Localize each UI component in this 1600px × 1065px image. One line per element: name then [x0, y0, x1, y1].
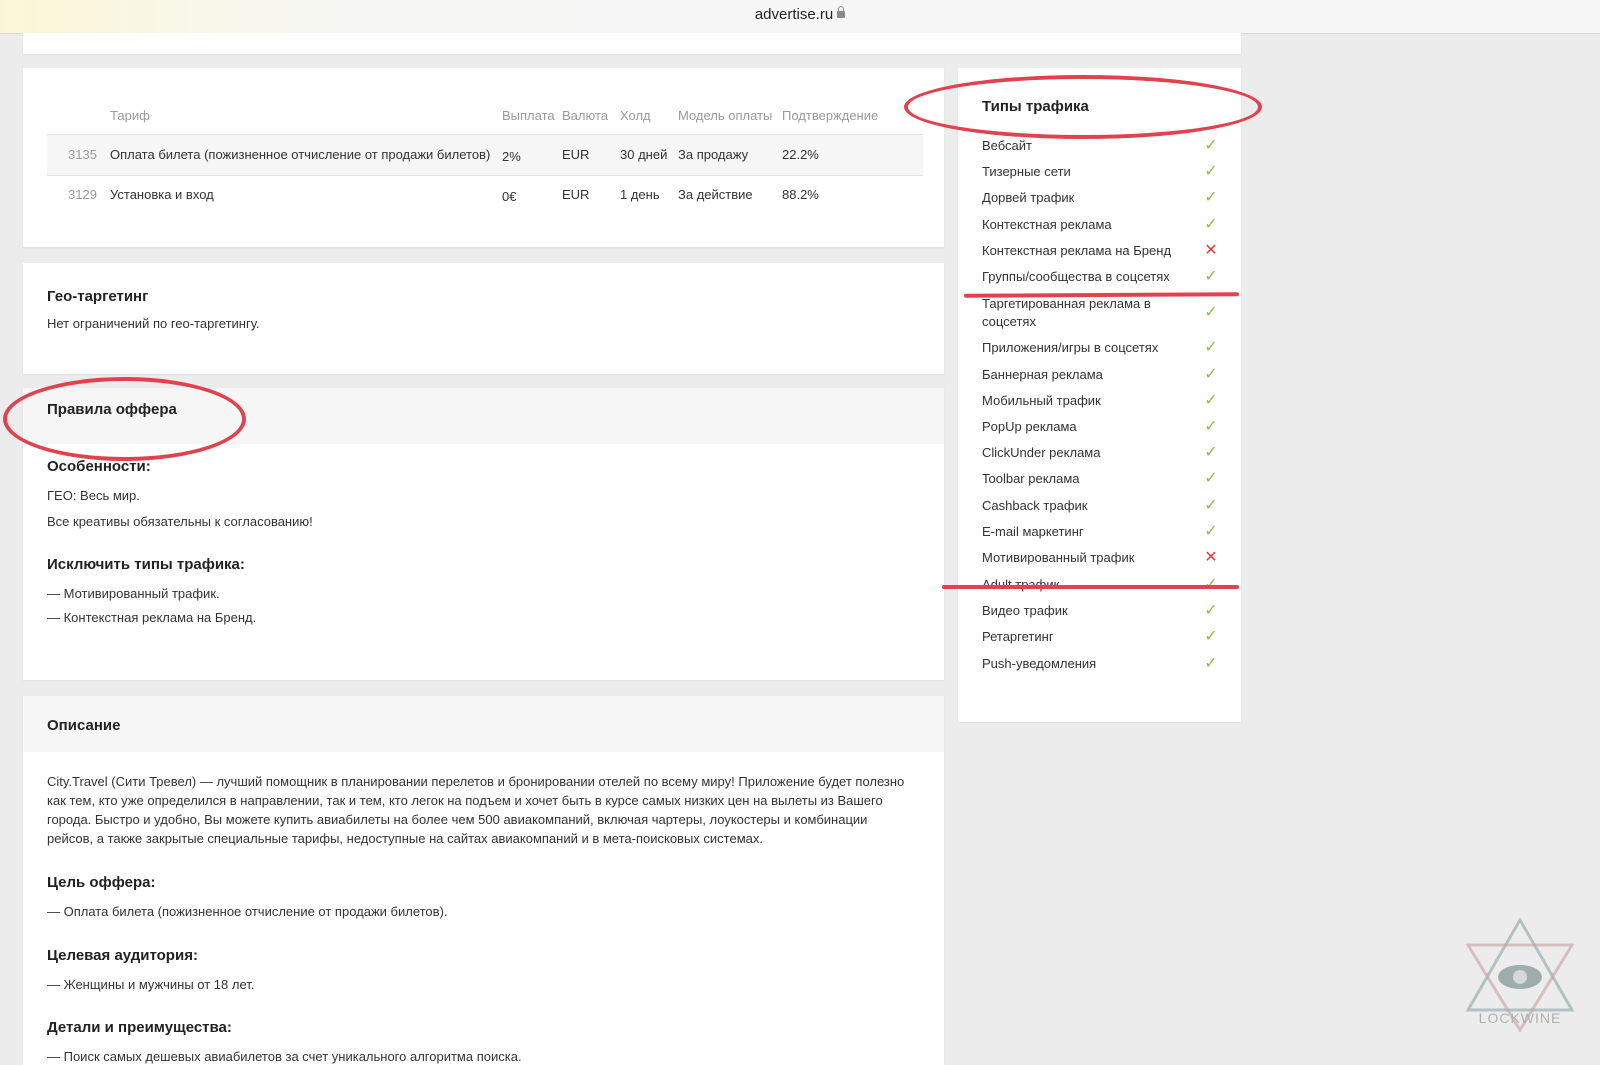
- traffic-type-item: PopUp реклама: [982, 419, 1077, 434]
- details-text: — Поиск самых дешевых авиабилетов за сче…: [47, 1049, 522, 1064]
- row-currency: EUR: [562, 147, 590, 162]
- description-header: [23, 696, 944, 752]
- check-icon: ✓: [1204, 392, 1218, 409]
- check-icon: ✓: [1204, 602, 1218, 619]
- traffic-type-item: Мотивированный трафик: [982, 550, 1135, 565]
- geo-title: Гео-таргетинг: [47, 288, 149, 305]
- row-payout: 2%: [502, 149, 521, 164]
- col-header-currency[interactable]: Валюта: [562, 108, 608, 123]
- col-header-model[interactable]: Модель оплаты: [678, 108, 772, 123]
- check-icon: ✓: [1204, 163, 1218, 180]
- watermark-text: LOCKWINE: [1478, 1010, 1562, 1026]
- exclude-item: — Контекстная реклама на Бренд.: [47, 610, 257, 625]
- divider: [47, 175, 923, 176]
- check-icon: ✓: [1204, 497, 1218, 514]
- traffic-type-item: Вебсайт: [982, 138, 1033, 153]
- check-icon: ✓: [1204, 304, 1218, 321]
- row-id: 3135: [68, 147, 97, 162]
- check-icon: ✓: [1204, 444, 1218, 461]
- url-field[interactable]: advertise.ru: [0, 6, 1600, 23]
- traffic-type-item: Приложения/игры в соцсетях: [982, 340, 1159, 355]
- traffic-type-item: Push-уведомления: [982, 656, 1097, 671]
- check-icon: ✓: [1204, 418, 1218, 435]
- traffic-type-item: Тизерные сети: [982, 164, 1071, 179]
- col-header-payout[interactable]: Выплата: [502, 108, 555, 123]
- check-icon: ✓: [1204, 268, 1218, 285]
- traffic-types-card: Типы трафика Вебсайт ✓ Тизерные сети ✓ Дорве…: [958, 68, 1241, 722]
- traffic-type-item: ClickUnder реклама: [982, 445, 1101, 460]
- traffic-type-item: Ретаргетинг: [982, 629, 1054, 644]
- cross-icon: ✕: [1204, 549, 1218, 566]
- description-text: City.Travel (Сити Тревел) — лучший помощ…: [47, 774, 905, 846]
- row-currency: EUR: [562, 187, 590, 202]
- row-hold: 1 день: [620, 187, 660, 202]
- check-icon: ✓: [1204, 628, 1218, 645]
- annotation-ellipse: [3, 377, 246, 461]
- traffic-type-item: Toolbar реклама: [982, 471, 1080, 486]
- traffic-type-item: Мобильный трафик: [982, 393, 1101, 408]
- check-icon: ✓: [1202, 574, 1220, 594]
- traffic-type-item: Группы/сообщества в соцсетях: [982, 269, 1170, 284]
- geo-targeting-card: Гео-таргетинг Нет ограничений по гео-тар…: [23, 263, 944, 374]
- row-model: За продажу: [678, 147, 749, 162]
- traffic-type-item: Контекстная реклама на Бренд: [982, 243, 1172, 258]
- audience-title: Целевая аудитория:: [47, 947, 198, 964]
- check-icon: ✓: [1204, 339, 1218, 356]
- check-icon: ✓: [1204, 189, 1218, 206]
- traffic-type-item: Таргетированная реклама в соцсетях: [982, 296, 1151, 329]
- check-icon: ✓: [1204, 366, 1218, 383]
- annotation-ellipse: [904, 75, 1262, 139]
- row-payout: 0€: [502, 189, 517, 204]
- geo-text: Нет ограничений по гео-таргетингу.: [47, 316, 260, 331]
- description-card: Описание City.Travel (Сити Тревел) — луч…: [23, 696, 944, 1065]
- audience-text: — Женщины и мужчины от 18 лет.: [47, 977, 255, 992]
- row-name: Установка и вход: [110, 187, 214, 202]
- header-strip: [23, 33, 1241, 54]
- exclude-title: Исключить типы трафика:: [47, 556, 245, 573]
- row-hold: 30 дней: [620, 147, 668, 162]
- row-id: 3129: [68, 187, 97, 202]
- cross-icon: ✕: [1204, 242, 1218, 259]
- lock-icon: [837, 6, 846, 18]
- row-confirm: 22.2%: [782, 147, 819, 162]
- check-icon: ✓: [1204, 137, 1218, 154]
- traffic-type-item: E-mail маркетинг: [982, 524, 1084, 539]
- traffic-type-item: Баннерная реклама: [982, 367, 1103, 382]
- check-icon: ✓: [1204, 470, 1218, 487]
- row-name: Оплата билета (пожизненное отчисление от…: [110, 147, 491, 162]
- col-header-hold[interactable]: Холд: [620, 108, 651, 123]
- browser-address-bar: advertise.ru: [0, 0, 1600, 34]
- col-header-tariff[interactable]: Тариф: [110, 108, 150, 123]
- check-icon: ✓: [1204, 216, 1218, 233]
- annotation-underline: [942, 585, 1239, 589]
- row-confirm: 88.2%: [782, 187, 819, 202]
- check-icon: ✓: [1204, 523, 1218, 540]
- col-header-confirm[interactable]: Подтверждение: [782, 108, 878, 123]
- exclude-item: — Мотивированный трафик.: [47, 586, 220, 601]
- traffic-type-item: Cashback трафик: [982, 498, 1088, 513]
- goal-title: Цель оффера:: [47, 874, 156, 891]
- goal-text: — Оплата билета (пожизненное отчисление …: [47, 904, 448, 919]
- details-title: Детали и преимущества:: [47, 1019, 232, 1036]
- url-text: advertise.ru: [754, 6, 834, 23]
- tariffs-table: Тариф Выплата Валюта Холд Модель оплаты …: [23, 68, 944, 247]
- feature-item: Все креативы обязательны к согласованию!: [47, 514, 313, 529]
- traffic-type-item: Дорвей трафик: [982, 190, 1075, 205]
- feature-item: ГЕО: Весь мир.: [47, 488, 140, 503]
- traffic-type-item: Контекстная реклама: [982, 217, 1112, 232]
- row-model: За действие: [678, 187, 753, 202]
- check-icon: ✓: [1204, 655, 1218, 672]
- traffic-type-item: Видео трафик: [982, 603, 1068, 618]
- description-title: Описание: [47, 717, 121, 734]
